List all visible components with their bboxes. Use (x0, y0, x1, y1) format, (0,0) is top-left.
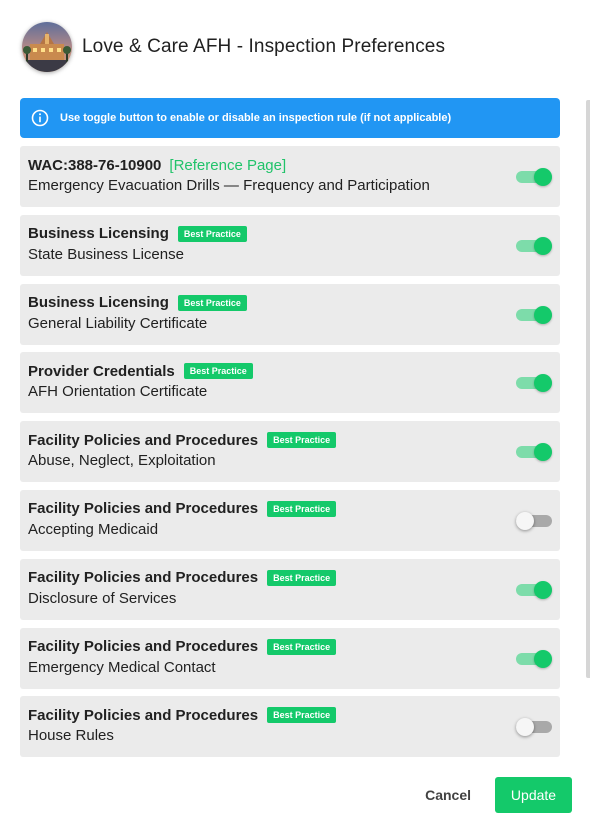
toggle-thumb (516, 718, 534, 737)
best-practice-badge: Best Practice (267, 707, 337, 724)
rule-header: Facility Policies and Procedures Best Pra… (28, 568, 560, 588)
rule-description: Emergency Medical Contact (28, 658, 216, 676)
toggle-thumb (534, 649, 552, 668)
best-practice-badge: Best Practice (267, 500, 337, 517)
toggle-thumb (534, 236, 552, 255)
rule-category: Facility Policies and Procedures (28, 638, 259, 656)
rule-row: Provider Credentials Best Practice AFH Ori… (20, 352, 560, 414)
best-practice-badge: Best Practice (267, 638, 337, 655)
rule-description: House Rules (28, 727, 114, 745)
dialog-header: Love & Care AFH - Inspection Preferences (22, 22, 445, 72)
rule-toggle[interactable] (516, 443, 552, 462)
reference-page-link[interactable]: [Reference Page] (169, 157, 286, 174)
best-practice-badge: Best Practice (267, 569, 337, 586)
rule-category: Facility Policies and Procedures (28, 706, 259, 724)
update-button[interactable]: Update (495, 777, 572, 813)
rule-category: Business Licensing (28, 294, 169, 312)
page-title: Love & Care AFH - Inspection Preferences (82, 36, 446, 57)
toggle-thumb (534, 305, 552, 324)
rule-category: Facility Policies and Procedures (28, 431, 259, 449)
best-practice-badge: Best Practice (177, 294, 247, 311)
info-icon (30, 108, 50, 128)
toggle-thumb (534, 168, 552, 186)
rule-description: Accepting Medicaid (28, 520, 159, 538)
rule-toggle[interactable] (516, 374, 552, 393)
rule-category: Provider Credentials (28, 362, 175, 380)
rule-row: Facility Policies and Procedures Best Pra… (20, 489, 560, 551)
rule-description: Disclosure of Services (28, 589, 177, 607)
rule-category: Business Licensing (28, 225, 169, 243)
toggle-thumb (516, 511, 534, 530)
rule-row: Facility Policies and Procedures Best Pra… (20, 627, 560, 689)
rule-header: Facility Policies and Procedures Best Pra… (28, 705, 560, 725)
rule-category: Facility Policies and Procedures (28, 569, 259, 587)
rule-header: Facility Policies and Procedures Best Pra… (28, 499, 560, 519)
info-banner: Use toggle button to enable or disable a… (20, 98, 560, 138)
rule-row: WAC:388-76-10900 [Reference Page] Emergenc… (20, 146, 560, 207)
rule-toggle[interactable] (516, 236, 552, 255)
best-practice-badge: Best Practice (267, 432, 337, 449)
rule-row: Business Licensing Best Practice State Bus… (20, 214, 560, 276)
rule-description: State Business License (28, 245, 184, 263)
rule-header: Business Licensing Best Practice (28, 293, 560, 313)
rule-description: Abuse, Neglect, Exploitation (28, 452, 216, 470)
rule-description: General Liability Certificate (28, 314, 208, 332)
rule-row: Facility Policies and Procedures Best Pra… (20, 558, 560, 620)
rule-toggle[interactable] (516, 305, 552, 324)
best-practice-badge: Best Practice (177, 225, 247, 242)
rule-row: Facility Policies and Procedures Best Pra… (20, 421, 560, 483)
toggle-thumb (534, 374, 552, 393)
rule-toggle[interactable] (516, 511, 552, 530)
rule-header: Business Licensing Best Practice (28, 224, 560, 244)
rule-header: Facility Policies and Procedures Best Pra… (28, 637, 560, 657)
rule-toggle[interactable] (516, 168, 552, 186)
rule-header: Provider Credentials Best Practice (28, 361, 560, 381)
rule-toggle[interactable] (516, 718, 552, 737)
rule-row: Facility Policies and Procedures Best Pra… (20, 696, 560, 758)
rule-header: WAC:388-76-10900 [Reference Page] (28, 155, 560, 175)
rule-category: WAC:388-76-10900 (28, 156, 162, 174)
toggle-thumb (534, 443, 552, 462)
rule-row: Business Licensing Best Practice General L… (20, 283, 560, 345)
best-practice-badge: Best Practice (183, 363, 253, 380)
rule-category: Facility Policies and Procedures (28, 500, 259, 518)
info-message: Use toggle button to enable or disable a… (60, 112, 452, 124)
scrollbar[interactable] (586, 100, 590, 678)
rule-description: Emergency Evacuation Drills — Frequency … (28, 177, 430, 194)
toggle-thumb (534, 580, 552, 599)
rule-description: AFH Orientation Certificate (28, 383, 208, 401)
rule-toggle[interactable] (516, 580, 552, 599)
cancel-button[interactable]: Cancel (413, 777, 483, 813)
rule-toggle[interactable] (516, 649, 552, 668)
facility-avatar (22, 22, 72, 72)
rule-header: Facility Policies and Procedures Best Pra… (28, 430, 560, 450)
rules-list: WAC:388-76-10900 [Reference Page] Emergenc… (20, 146, 560, 765)
dialog-actions: Cancel Update (413, 777, 572, 813)
